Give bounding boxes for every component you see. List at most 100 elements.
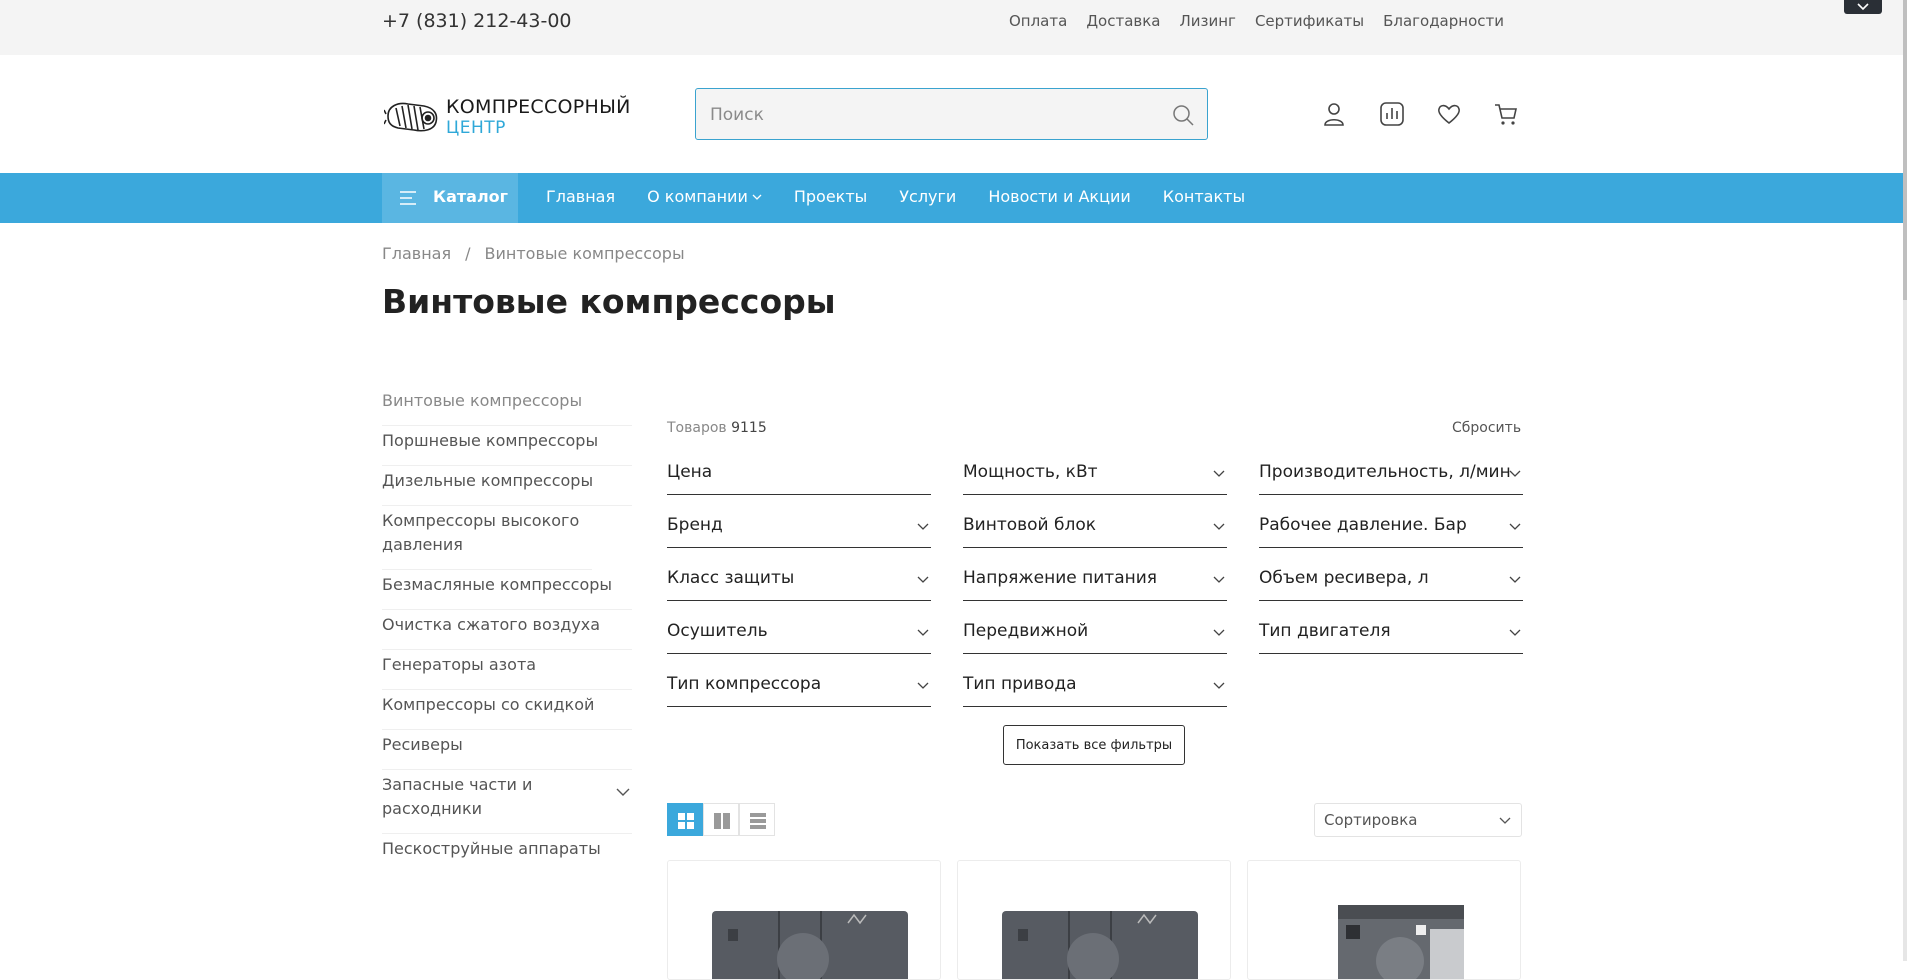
columns-view-icon [714,813,730,829]
chevron-down-icon[interactable] [616,788,630,797]
logo-text-sub: ЦЕНТР [446,118,506,138]
filter-brand[interactable]: Бренд [667,511,931,548]
filter-label: Винтовой блок [963,515,1097,535]
sidebar-item-air-treatment[interactable]: Очистка сжатого воздуха [382,610,632,650]
filter-protection-class[interactable]: Класс защиты [667,564,931,601]
chevron-down-icon [1499,817,1511,824]
view-grid-button[interactable] [667,803,703,836]
top-link-certificates[interactable]: Сертификаты [1255,12,1364,30]
top-link-payment[interactable]: Оплата [1009,12,1067,30]
product-card[interactable] [1247,860,1521,980]
logo-text-main: КОМПРЕССОРНЫЙ [446,96,631,118]
sidebar-item-diesel[interactable]: Дизельные компрессоры [382,466,632,506]
sidebar-item-nitrogen[interactable]: Генераторы азота [382,650,632,690]
nav-item-home[interactable]: Главная [546,187,615,206]
chevron-down-icon [1509,576,1521,583]
filter-receiver-volume[interactable]: Объем ресивера, л [1259,564,1523,601]
search-input[interactable] [708,103,1148,127]
nav-item-contacts[interactable]: Контакты [1163,187,1245,206]
filter-engine-type[interactable]: Тип двигателя [1259,617,1523,654]
heart-icon[interactable] [1436,101,1462,127]
breadcrumb-separator: / [465,244,471,263]
filter-label: Мощность, кВт [963,462,1098,482]
chevron-down-icon [1213,470,1225,477]
site-logo[interactable]: КОМПРЕССОРНЫЙ ЦЕНТР [384,94,634,144]
category-sidebar: Винтовые компрессоры Поршневые компрессо… [382,386,632,873]
compressor-image [1002,911,1198,979]
view-columns-button[interactable] [703,803,739,836]
product-count: Товаров 9115 [667,420,767,436]
filter-label: Объем ресивера, л [1259,568,1429,588]
user-icon[interactable] [1321,101,1347,127]
top-link-delivery[interactable]: Доставка [1086,12,1160,30]
nav-items: Главная О компании Проекты Услуги Новост… [546,187,1245,206]
nav-item-projects[interactable]: Проекты [794,187,867,206]
top-links: Оплата Доставка Лизинг Сертификаты Благо… [1009,12,1504,30]
sidebar-item-high-pressure[interactable]: Компрессоры высокого давления [382,506,592,570]
search-box [695,88,1208,140]
filter-label: Бренд [667,515,723,535]
product-count-label: Товаров [667,420,727,436]
compressor-image [1338,905,1464,979]
collapse-button[interactable] [1844,0,1882,14]
view-list-button[interactable] [739,803,775,836]
filter-power[interactable]: Мощность, кВт [963,458,1227,495]
chevron-down-icon [1213,576,1225,583]
show-all-filters-button[interactable]: Показать все фильтры [1003,725,1185,765]
sidebar-item-screw[interactable]: Винтовые компрессоры [382,386,632,426]
filter-price[interactable]: Цена [667,458,931,495]
cart-icon[interactable] [1493,101,1519,127]
nav-item-news[interactable]: Новости и Акции [988,187,1130,206]
filter-screw-block[interactable]: Винтовой блок [963,511,1227,548]
sort-select[interactable]: Сортировка [1314,803,1522,837]
chevron-down-icon [1509,629,1521,636]
filter-label: Цена [667,462,713,482]
sidebar-item-spare-parts[interactable]: Запасные части и расходники [382,770,632,834]
product-card[interactable] [957,860,1231,980]
search-icon[interactable] [1171,103,1195,127]
sidebar-item-receivers[interactable]: Ресиверы [382,730,632,770]
grid-view-icon [678,813,694,829]
phone-number[interactable]: +7 (831) 212-43-00 [382,10,572,32]
nav-item-about[interactable]: О компании [647,187,762,206]
top-bar: +7 (831) 212-43-00 Оплата Доставка Лизин… [0,0,1907,55]
chevron-down-icon [917,523,929,530]
sidebar-item-oil-free[interactable]: Безмасляные компрессоры [382,570,632,610]
top-link-thanks[interactable]: Благодарности [1383,12,1504,30]
filter-capacity[interactable]: Производительность, л/мин [1259,458,1523,495]
filter-grid: Цена Мощность, кВт Производительность, л… [667,458,1523,707]
product-count-value: 9115 [731,420,767,436]
filter-label: Тип компрессора [667,674,822,694]
chevron-down-icon [1213,682,1225,689]
filter-drive-type[interactable]: Тип привода [963,670,1227,707]
sidebar-item-sandblast[interactable]: Пескоструйные аппараты [382,834,632,873]
filter-label: Рабочее давление. Бар [1259,515,1467,535]
sidebar-item-discount[interactable]: Компрессоры со скидкой [382,690,632,730]
chevron-down-icon [1213,523,1225,530]
filter-voltage[interactable]: Напряжение питания [963,564,1227,601]
filter-label: Производительность, л/мин [1259,462,1511,482]
filter-dryer[interactable]: Осушитель [667,617,931,654]
filter-label: Напряжение питания [963,568,1158,588]
filter-compressor-type[interactable]: Тип компрессора [667,670,931,707]
compare-icon[interactable] [1379,101,1405,127]
catalog-button[interactable]: Каталог [382,173,518,223]
top-link-leasing[interactable]: Лизинг [1179,12,1235,30]
nav-item-services[interactable]: Услуги [899,187,956,206]
chevron-down-icon [917,576,929,583]
filter-pressure[interactable]: Рабочее давление. Бар [1259,511,1523,548]
page-scrollbar[interactable] [1903,0,1907,961]
filter-label: Передвижной [963,621,1089,641]
reset-filters-link[interactable]: Сбросить [1452,420,1521,436]
sidebar-item-piston[interactable]: Поршневые компрессоры [382,426,632,466]
view-switcher [667,803,775,836]
filter-mobile[interactable]: Передвижной [963,617,1227,654]
chevron-down-icon [1509,470,1521,477]
page-title: Винтовые компрессоры [382,282,836,321]
sidebar-item-spare-parts-label: Запасные части и расходники [382,775,533,818]
catalog-label: Каталог [433,187,509,206]
chevron-down-icon [1509,523,1521,530]
scrollbar-thumb[interactable] [1903,0,1907,300]
breadcrumb-home[interactable]: Главная [382,244,451,263]
product-card[interactable] [667,860,941,980]
